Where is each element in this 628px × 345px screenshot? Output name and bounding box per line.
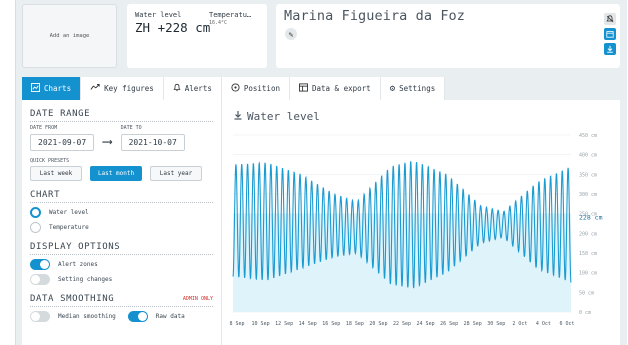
raw-data-toggle[interactable] [127, 311, 148, 322]
y-tick-label: 350 cm [579, 172, 597, 178]
alert-zones-toggle[interactable] [30, 259, 50, 270]
date-to-input[interactable]: 2021-10-07 [120, 134, 185, 151]
raw-data-label: Raw data [155, 313, 185, 320]
tab-label: Data & export [311, 84, 371, 93]
x-tick-label: 2 Oct [512, 321, 527, 327]
x-tick-label: 12 Sep [275, 321, 293, 327]
app-frame: Add an image Water level ZH +228 cm Temp… [15, 0, 627, 345]
y-tick-label: 300 cm [579, 192, 597, 198]
tab-label: Alerts [184, 84, 212, 93]
tab-position[interactable]: Position [221, 77, 290, 100]
trend-icon [90, 83, 100, 94]
y-tick-label: 450 cm [579, 133, 597, 139]
x-tick-label: 22 Sep [393, 321, 411, 327]
tab-label: Charts [44, 84, 72, 93]
calendar-icon[interactable] [604, 28, 616, 40]
y-tick-label: 100 cm [579, 271, 597, 277]
quick-presets-label: QUICK PRESETS [30, 158, 70, 164]
x-tick-label: 8 Sep [229, 321, 244, 327]
y-tick-label: 200 cm [579, 231, 597, 237]
x-tick-label: 30 Sep [487, 321, 505, 327]
x-tick-label: 20 Sep [369, 321, 387, 327]
station-title: Marina Figueira da Foz [284, 8, 466, 24]
tab-label: Settings [399, 84, 436, 93]
bell-off-icon[interactable] [604, 13, 616, 25]
y-tick-label: 0 cm [579, 310, 591, 316]
smoothing-row: Median smoothing Raw data [30, 311, 213, 322]
x-tick-label: 28 Sep [464, 321, 482, 327]
x-tick-label: 10 Sep [252, 321, 270, 327]
radio-selected[interactable] [30, 207, 41, 218]
x-tick-label: 18 Sep [346, 321, 364, 327]
tab-label: Key figures [104, 84, 154, 93]
data-smoothing-heading: DATA SMOOTHING ADMIN ONLY [30, 294, 213, 307]
date-from-input[interactable]: 2021-09-07 [30, 134, 95, 151]
setting-changes-toggle[interactable] [30, 274, 50, 285]
add-image-label: Add an image [49, 33, 90, 39]
setting-changes-toggle-row[interactable]: Setting changes [30, 274, 213, 285]
date-range-row: DATE FROM 2021-09-07 ⟶ DATE TO 2021-10-0… [30, 125, 213, 151]
station-title-card: Marina Figueira da Foz ✎ [276, 4, 620, 68]
x-tick-label: 24 Sep [417, 321, 435, 327]
alert-zones-toggle-row[interactable]: Alert zones [30, 259, 213, 270]
tab-label: Position [243, 84, 280, 93]
chart-option-label: Water level [49, 209, 89, 216]
bell-icon [173, 83, 181, 95]
chart-option-temperature[interactable]: Temperature [30, 222, 213, 233]
alert-zones-label: Alert zones [58, 261, 98, 268]
tab-key-figures[interactable]: Key figures [81, 77, 164, 100]
x-tick-label: 6 Oct [559, 321, 574, 327]
preset-last-month-button[interactable]: Last month [90, 166, 142, 181]
y-tick-label: 50 cm [579, 290, 594, 296]
charts-panel: DATE RANGE DATE FROM 2021-09-07 ⟶ DATE T… [22, 100, 620, 345]
preset-last-year-button[interactable]: Last year [150, 166, 202, 181]
water-level-chart[interactable]: 450 cm400 cm350 cm300 cm250 cm200 cm150 … [223, 100, 620, 345]
tab-settings[interactable]: ⚙ Settings [380, 77, 446, 100]
tab-data-export[interactable]: Data & export [289, 77, 381, 100]
download-icon[interactable] [604, 43, 616, 55]
display-options-heading: DISPLAY OPTIONS [30, 242, 213, 255]
chart-option-water-level[interactable]: Water level [30, 207, 213, 218]
chart-option-label: Temperature [49, 224, 89, 231]
arrow-right-icon: ⟶ [103, 134, 112, 150]
table-icon [298, 82, 308, 95]
x-tick-label: 16 Sep [322, 321, 340, 327]
chart-settings-sidebar: DATE RANGE DATE FROM 2021-09-07 ⟶ DATE T… [22, 100, 222, 345]
setting-changes-label: Setting changes [58, 276, 113, 283]
current-value-label: 228 cm [579, 213, 603, 221]
temperature-label: Temperatu… [209, 11, 252, 19]
x-tick-label: 4 Oct [536, 321, 551, 327]
y-tick-label: 150 cm [579, 251, 597, 257]
add-image-card[interactable]: Add an image [22, 4, 117, 68]
admin-only-badge: ADMIN ONLY [182, 296, 213, 302]
temperature-value: 16.4°C [209, 20, 228, 26]
chart-area: Water level 450 cm 400 cm 350 cm 300 cm 250 … [223, 100, 620, 345]
edit-pencil-icon[interactable]: ✎ [285, 28, 297, 40]
chart-icon [31, 82, 40, 95]
date-to-group: DATE TO 2021-10-07 [120, 125, 185, 151]
date-from-group: DATE FROM 2021-09-07 [30, 125, 95, 151]
y-tick-label: 400 cm [579, 153, 597, 159]
x-tick-label: 14 Sep [299, 321, 317, 327]
tab-bar: Charts Key figures Alerts Position Data … [22, 77, 446, 100]
median-smoothing-label: Median smoothing [58, 313, 116, 320]
gear-icon: ⚙ [389, 83, 396, 94]
temperature-block: Temperatu… 16.4°C [209, 11, 252, 26]
date-from-label: DATE FROM [30, 125, 58, 131]
station-actions [604, 13, 616, 55]
date-range-heading: DATE RANGE [30, 109, 213, 122]
preset-last-week-button[interactable]: Last week [30, 166, 82, 181]
median-smoothing-toggle[interactable] [30, 311, 50, 322]
pin-icon [231, 82, 240, 95]
x-tick-label: 26 Sep [440, 321, 458, 327]
current-values-card: Water level ZH +228 cm Temperatu… 16.4°C [127, 4, 267, 68]
tab-charts[interactable]: Charts [22, 77, 82, 100]
radio-unselected[interactable] [30, 222, 41, 233]
data-smoothing-title: DATA SMOOTHING [30, 294, 115, 304]
chart-heading: CHART [30, 190, 213, 203]
quick-presets: Last week Last month Last year [30, 166, 213, 181]
date-to-label: DATE TO [120, 125, 142, 131]
tab-alerts[interactable]: Alerts [163, 77, 222, 100]
